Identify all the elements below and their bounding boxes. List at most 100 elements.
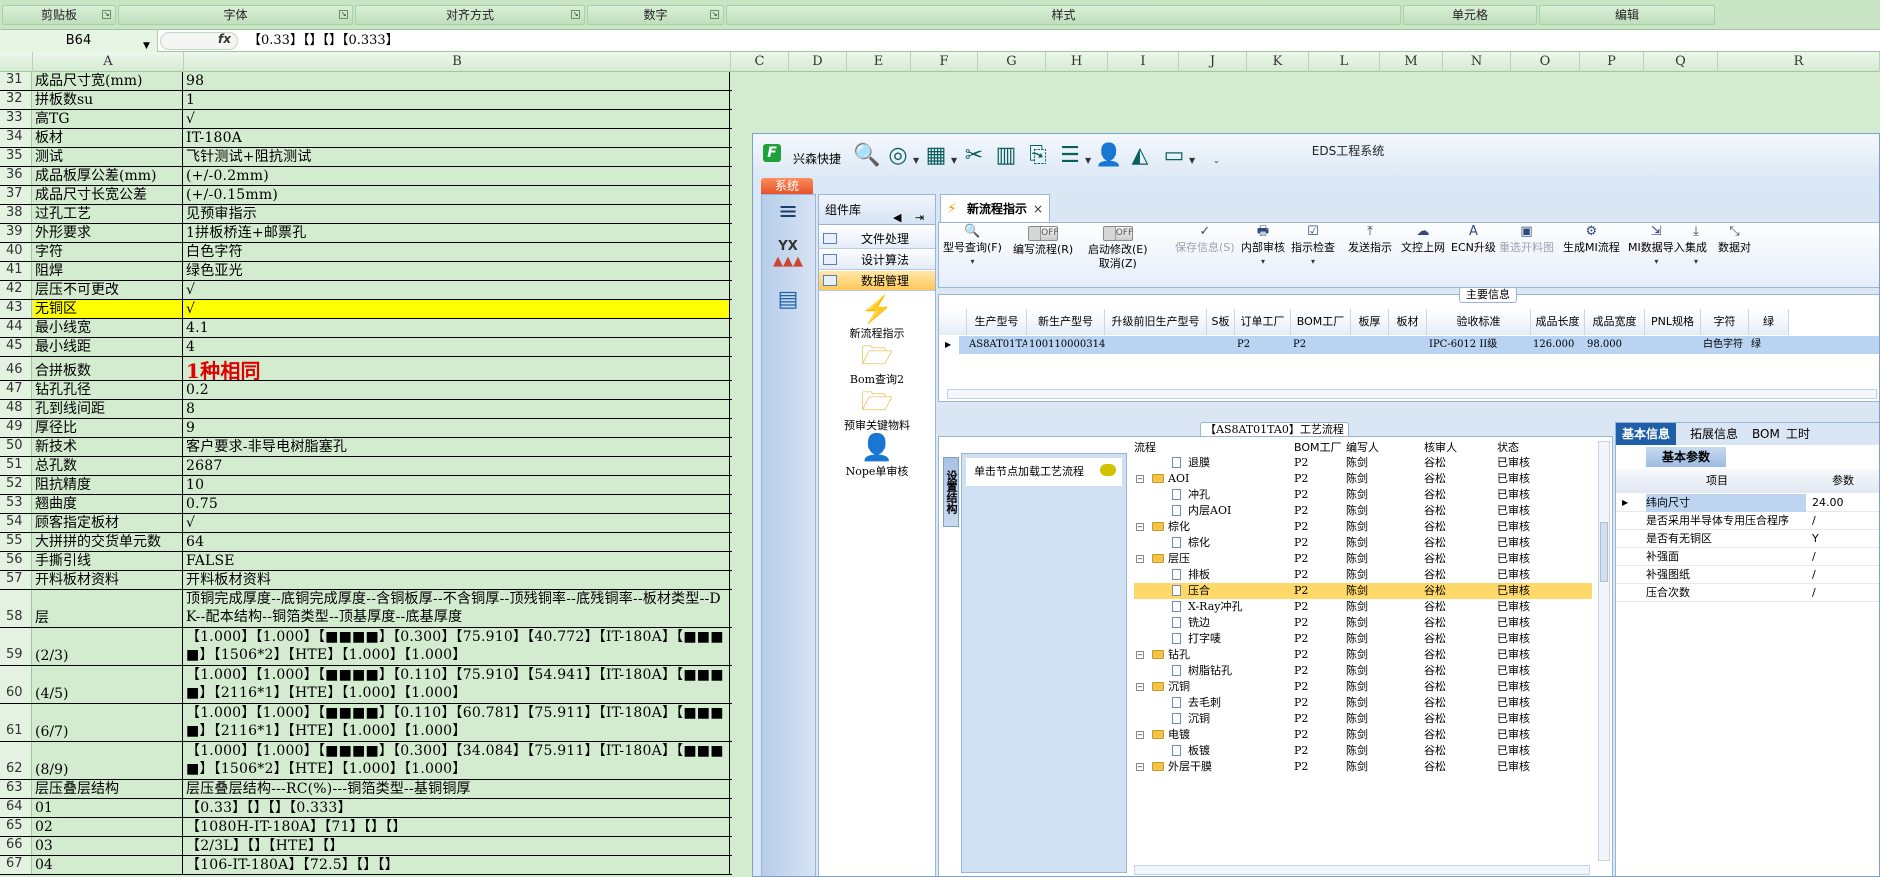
toolbar-button-13[interactable]: ⤡ 数据对 [1718,225,1751,255]
table-row[interactable]: 50 新技术 客户要求-非导电树脂塞孔 [0,438,732,457]
row-number[interactable]: 58 [0,590,32,627]
property-row[interactable]: 补强图纸 / [1616,566,1879,584]
toolbar-button-6[interactable]: ⤒ 发送指示 [1348,225,1392,255]
formula-input[interactable]: 【0.33】【】【】【0.333】 [248,30,399,52]
cell-a[interactable]: 测试 [33,148,183,166]
yx-factory-icon[interactable]: YX ▲▲▲ [770,239,806,271]
grid-cell[interactable]: 10011000031470 [1027,336,1105,354]
cell-b[interactable]: 1拼板桥连+邮票孔 [184,224,730,242]
grid-header[interactable]: S板 [1207,309,1235,335]
horizontal-scrollbar[interactable] [1134,865,1590,875]
tool-precheck-material[interactable]: 🗁 预审关键物料 [819,387,935,433]
row-number[interactable]: 31 [0,72,32,90]
calculator-icon[interactable]: ▤ [770,287,806,319]
cell-b[interactable]: 【1.000】【1.000】【■■■■】【0.110】【75.910】【54.9… [184,666,730,703]
cell-b[interactable]: (+/-0.15mm) [184,186,730,204]
toolbar-button-0[interactable]: 🔍 型号查询(F) ▾ [943,225,1002,269]
cell-a[interactable]: 02 [33,818,183,836]
cell-b[interactable]: √ [184,281,730,299]
table-row[interactable]: 48 孔到线间距 8 [0,400,732,419]
cell-b[interactable]: 0.75 [184,495,730,513]
ribbon-group-styles[interactable]: 样式 [726,5,1401,25]
grid-cell[interactable]: AS8AT01TA0 [967,336,1027,354]
table-row[interactable]: 47 钻孔孔径 0.2 [0,381,732,400]
row-number[interactable]: 61 [0,704,32,741]
row-number[interactable]: 39 [0,224,32,242]
column-header-q[interactable]: Q [1644,52,1718,72]
property-value[interactable]: / [1812,548,1816,566]
row-number[interactable]: 36 [0,167,32,185]
cell-a[interactable]: 03 [33,837,183,855]
cell-a[interactable]: 高TG [33,110,183,128]
column-header-k[interactable]: K [1247,52,1309,72]
vertical-tab-settings[interactable]: 设置结构 [943,457,959,527]
property-value[interactable]: / [1812,512,1816,530]
search-icon[interactable]: 🔍 [853,144,880,168]
table-row[interactable]: 42 层压不可更改 √ [0,281,732,300]
cell-a[interactable]: 过孔工艺 [33,205,183,223]
cell-a[interactable]: 大拼拼的交货单元数 [33,533,183,551]
row-number[interactable]: 55 [0,533,32,551]
expand-toggle-icon[interactable]: − [1136,651,1144,659]
cell-b[interactable]: 层压叠层结构---RC(%)---铜箔类型--基铜铜厚 [184,780,730,798]
table-row[interactable]: 34 板材 IT-180A [0,129,732,148]
cell-b[interactable]: 64 [184,533,730,551]
grid-header[interactable]: 订单工厂 [1235,309,1291,335]
corner-cell[interactable] [0,52,33,72]
cell-a[interactable]: 板材 [33,129,183,147]
ribbon-group-number[interactable]: 数字 ↘ [587,5,724,25]
row-number[interactable]: 62 [0,742,32,779]
property-row[interactable]: 是否采用半导体专用压合程序 / [1616,512,1879,530]
cell-a[interactable]: (8/9) [33,742,183,779]
column-header-f[interactable]: F [911,52,978,72]
table-row[interactable]: 41 阻焊 绿色亚光 [0,262,732,281]
grid-cell[interactable]: 126.000 [1531,336,1585,354]
cell-b[interactable]: 98 [184,72,730,90]
ribbon-group-editing[interactable]: 编辑 [1539,5,1715,25]
table-row[interactable]: 58 层顶铜完成厚度--底铜完成厚度--含铜板厚--不含铜厚--顶残铜率--底残铜… [0,590,732,628]
cell-a[interactable]: 层压叠层结构 [33,780,183,798]
vertical-scrollbar[interactable] [1598,441,1610,861]
toggle-knob[interactable] [1103,227,1116,240]
table-row[interactable]: 44 最小线宽 4.1 [0,319,732,338]
tree-node[interactable]: X-Ray冲孔 P2 陈剑 谷松 已审核 [1134,599,1592,615]
row-number[interactable]: 60 [0,666,32,703]
row-number[interactable]: 44 [0,319,32,337]
row-number[interactable]: 64 [0,799,32,817]
column-header-i[interactable]: I [1108,52,1179,72]
tree-node[interactable]: − 棕化 P2 陈剑 谷松 已审核 [1134,519,1592,535]
tree-node[interactable]: − 钻孔 P2 陈剑 谷松 已审核 [1134,647,1592,663]
dialog-launcher-icon[interactable]: ↘ [571,10,580,19]
table-row[interactable]: 65 02 【1080H-IT-180A】【71】【】【】 [0,818,732,837]
grid-cell[interactable] [1207,336,1235,354]
toolbar-button-2[interactable]: OFF 启动修改(E) 取消(Z) [1088,225,1148,271]
row-number[interactable]: 67 [0,856,32,874]
row-number[interactable]: 34 [0,129,32,147]
cell-a[interactable]: 无铜区 [33,300,183,318]
tool-new-flow-instruction[interactable]: ⚡ 新流程指示 [819,295,935,341]
table-row[interactable]: 39 外形要求 1拼板桥连+邮票孔 [0,224,732,243]
dialog-launcher-icon[interactable]: ↘ [339,10,348,19]
grid-header[interactable]: PNL规格 [1645,309,1701,335]
row-number[interactable]: 53 [0,495,32,513]
row-number[interactable]: 43 [0,300,32,318]
tree-node[interactable]: − 沉铜 P2 陈剑 谷松 已审核 [1134,679,1592,695]
grid-header[interactable]: 板材 [1389,309,1427,335]
row-number[interactable]: 66 [0,837,32,855]
column-header-d[interactable]: D [789,52,847,72]
tree-node[interactable]: − 层压 P2 陈剑 谷松 已审核 [1134,551,1592,567]
row-number[interactable]: 41 [0,262,32,280]
tree-node[interactable]: 排板 P2 陈剑 谷松 已审核 [1134,567,1592,583]
cell-b[interactable]: 1种相同 [184,357,730,380]
toolbar-button-10[interactable]: ⚙ 生成MI流程 [1563,225,1620,255]
cell-b[interactable]: √ [184,514,730,532]
cell-a[interactable]: 最小线宽 [33,319,183,337]
table-row[interactable]: 62 (8/9) 【1.000】【1.000】【■■■■】【0.300】【34.08… [0,742,732,780]
property-row[interactable]: 补强面 / [1616,548,1879,566]
cell-b[interactable]: 客户要求-非导电树脂塞孔 [184,438,730,456]
hamburger-menu-icon[interactable]: ≡ [770,197,806,229]
cell-a[interactable]: 01 [33,799,183,817]
tool-bom-query[interactable]: 🗁 Bom查询2 [819,341,935,387]
expand-toggle-icon[interactable]: − [1136,523,1144,531]
cell-a[interactable]: 手撕引线 [33,552,183,570]
